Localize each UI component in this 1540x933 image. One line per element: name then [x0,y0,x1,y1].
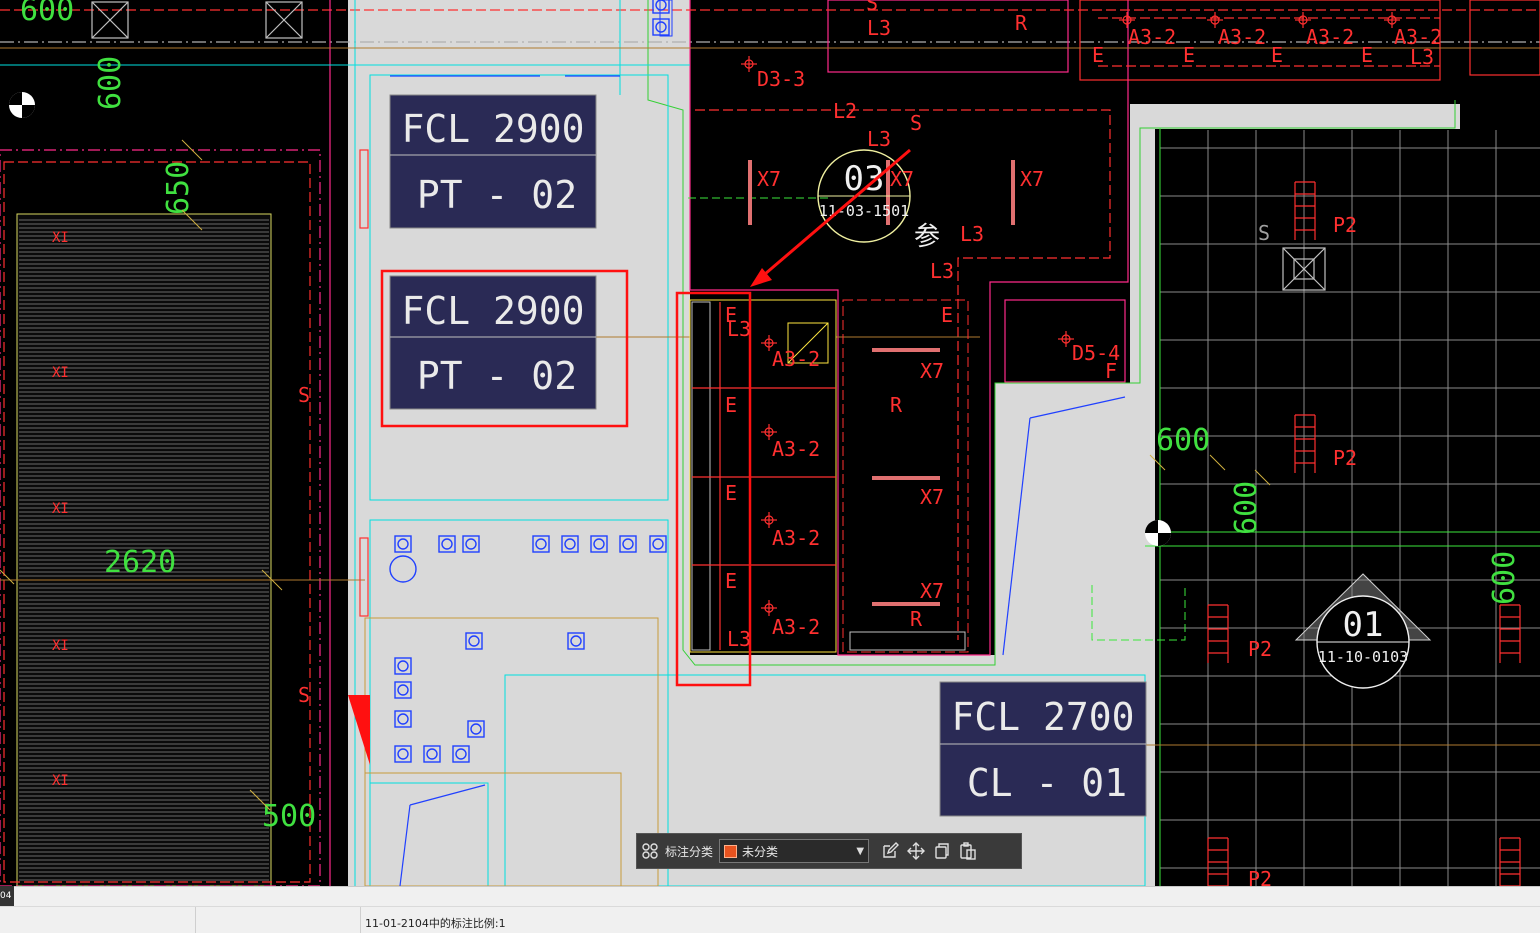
svg-text:E: E [1271,43,1283,67]
svg-text:A3-2: A3-2 [772,437,820,461]
svg-text:R: R [890,393,903,417]
svg-text:XI: XI [52,501,69,517]
svg-text:E: E [1183,43,1195,67]
tag3-material: CL - 01 [967,761,1127,805]
svg-text:E: E [941,303,953,327]
svg-text:E: E [1092,43,1104,67]
dim-600-far: 600 [1487,551,1522,605]
status-message: 11-01-2104中的标注比例:1 [365,917,506,930]
svg-text:A3-2: A3-2 [1218,25,1266,49]
svg-text:X7: X7 [920,485,944,509]
svg-text:A3-2: A3-2 [772,526,820,550]
svg-text:D3-3: D3-3 [757,67,805,91]
tag3-height: FCL 2700 [951,695,1134,739]
dim-650: 650 [161,161,196,215]
svg-text:S: S [866,0,878,15]
svg-text:E: E [725,303,737,327]
cad-canvas[interactable]: 03 11-03-1501 01 11-10-0103 FCL 2900 PT … [0,0,1540,886]
tag1-height: FCL 2900 [401,107,584,151]
dim-500: 500 [262,799,316,834]
svg-text:E: E [1361,43,1373,67]
ceiling-tag-3[interactable]: FCL 2700 CL - 01 [939,681,1147,817]
paste-icon[interactable] [955,838,981,864]
svg-text:R: R [1015,11,1028,35]
svg-text:XI: XI [52,638,69,654]
move-icon[interactable] [903,838,929,864]
ceiling-tag-2[interactable]: FCL 2900 PT - 02 [389,275,597,410]
svg-text:E: E [725,569,737,593]
marker-01-number: 01 [1343,605,1384,645]
svg-text:S: S [298,683,310,707]
svg-text:R: R [910,607,923,631]
svg-text:L2: L2 [833,99,857,123]
tag1-material: PT - 02 [417,173,577,217]
annotation-category-label: 标注分类 [665,844,714,859]
dim-600-right2: 600 [1229,481,1264,535]
svg-text:X7: X7 [890,167,914,191]
dim-2620: 2620 [104,545,176,580]
svg-text:P2: P2 [1248,867,1272,886]
svg-text:P2: P2 [1248,637,1272,661]
command-line-area[interactable] [0,886,1540,906]
tag2-height: FCL 2900 [401,289,584,333]
status-cell-mode [195,907,361,933]
svg-text:XI: XI [52,773,69,789]
dim-600-top: 600 [20,0,74,28]
svg-text:P2: P2 [1333,446,1357,470]
svg-text:X7: X7 [920,359,944,383]
copy-icon[interactable] [929,838,955,864]
svg-text:X7: X7 [1020,167,1044,191]
grid-icon[interactable] [637,838,663,864]
dim-600-vert: 600 [93,56,128,110]
svg-text:A3-2: A3-2 [1306,25,1354,49]
label-s-grey: S [1258,221,1270,245]
svg-text:L3: L3 [867,16,891,40]
svg-text:E: E [725,481,737,505]
marker-01-ref: 11-10-0103 [1318,648,1408,666]
annotation-toolbar: 标注分类 未分类 ▼ [636,833,1022,869]
category-color-swatch [724,844,738,858]
svg-text:L3: L3 [1410,45,1434,69]
chevron-down-icon: ▼ [856,845,865,857]
svg-text:L3: L3 [960,222,984,246]
svg-text:L3: L3 [867,127,891,151]
svg-text:X7: X7 [920,579,944,603]
svg-text:E: E [725,393,737,417]
svg-text:XI: XI [52,230,69,246]
category-value: 未分类 [742,844,779,859]
svg-text:XI: XI [52,365,69,381]
category-select[interactable]: 未分类 ▼ [719,839,870,863]
svg-text:L3: L3 [727,627,751,651]
layout-tab-stub[interactable]: 04 [0,886,14,906]
svg-text:A3-2: A3-2 [772,347,820,371]
edit-icon[interactable] [877,838,903,864]
tag2-material: PT - 02 [417,354,577,398]
status-bar: 11-01-2104中的标注比例:1 [0,906,1540,933]
svg-text:L3: L3 [930,259,954,283]
label-can: 参 [914,222,940,252]
svg-text:A3-2: A3-2 [1128,25,1176,49]
status-cell-coords [0,907,196,933]
svg-text:P2: P2 [1333,213,1357,237]
svg-text:X7: X7 [757,167,781,191]
svg-text:F: F [1105,359,1117,383]
dim-600-right: 600 [1156,423,1210,458]
ceiling-tag-1[interactable]: FCL 2900 PT - 02 [389,94,597,229]
svg-text:A3-2: A3-2 [772,615,820,639]
svg-text:S: S [910,111,922,135]
svg-text:S: S [298,383,310,407]
